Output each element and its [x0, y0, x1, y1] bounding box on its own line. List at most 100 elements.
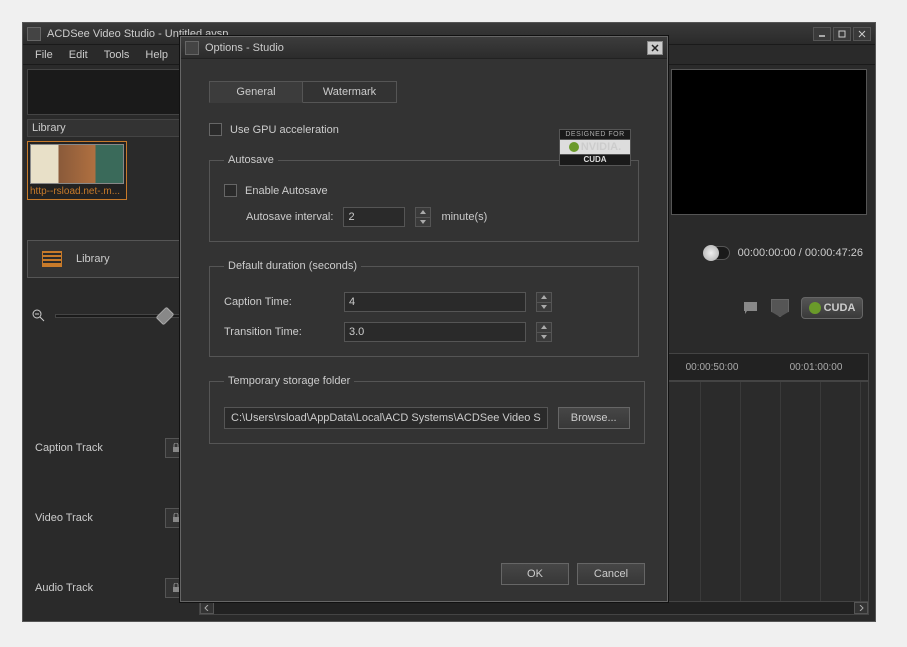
spinner-down-icon[interactable]	[537, 333, 551, 342]
caption-time-value: 4	[349, 296, 355, 308]
temp-folder-path: C:\Users\rsload\AppData\Local\ACD System…	[231, 412, 541, 424]
zoom-slider[interactable]	[55, 314, 191, 318]
timeline-tick-2: 00:01:00:00	[764, 362, 868, 373]
nvidia-badge-top: DESIGNED FOR	[559, 129, 631, 139]
transition-time-input[interactable]: 3.0	[344, 322, 526, 342]
dialog-titlebar: Options - Studio	[181, 37, 667, 59]
menu-file[interactable]: File	[29, 47, 59, 63]
dialog-footer: OK Cancel	[501, 563, 645, 585]
video-track-row: Video Track	[27, 493, 195, 543]
play-toggle[interactable]	[704, 246, 730, 260]
cancel-button[interactable]: Cancel	[577, 563, 645, 585]
autosave-interval-row: Autosave interval: 2 minute(s)	[224, 207, 624, 227]
audio-track-label: Audio Track	[35, 582, 93, 594]
nvidia-logo-icon	[569, 142, 579, 152]
temp-folder-input[interactable]: C:\Users\rsload\AppData\Local\ACD System…	[224, 407, 548, 429]
dialog-title: Options - Studio	[205, 42, 647, 54]
library-tab-label: Library	[76, 253, 110, 265]
timeline-tick-1: 00:00:50:00	[660, 362, 764, 373]
spinner-up-icon[interactable]	[416, 208, 430, 218]
horizontal-scrollbar[interactable]	[199, 601, 869, 615]
right-panel: 00:00:00:00 / 00:00:47:26 CUDA	[669, 69, 869, 325]
thumbnail-image	[30, 144, 124, 184]
zoom-slider-knob[interactable]	[156, 307, 175, 326]
timeline-ruler[interactable]: 00:00:50:00 00:01:00:00	[659, 353, 869, 381]
cuda-label: CUDA	[824, 302, 856, 314]
temp-folder-row: C:\Users\rsload\AppData\Local\ACD System…	[224, 407, 630, 429]
transition-time-spinner[interactable]	[536, 322, 552, 342]
autosave-interval-unit: minute(s)	[441, 211, 487, 223]
caption-track-row: Caption Track	[27, 423, 195, 473]
preview-strip	[27, 69, 195, 115]
autosave-legend: Autosave	[224, 154, 278, 166]
nvidia-badge: DESIGNED FOR NVIDIA. CUDA	[559, 129, 631, 166]
spinner-up-icon[interactable]	[537, 323, 551, 333]
dialog-tabs: General Watermark	[209, 81, 667, 103]
autosave-interval-input[interactable]: 2	[343, 207, 405, 227]
video-track-label: Video Track	[35, 512, 93, 524]
nvidia-badge-text: NVIDIA.	[581, 141, 621, 153]
track-labels: Caption Track Video Track Audio Track	[27, 403, 195, 613]
ok-button[interactable]: OK	[501, 563, 569, 585]
caption-time-input[interactable]: 4	[344, 292, 526, 312]
caption-track-label: Caption Track	[35, 442, 103, 454]
autosave-interval-label: Autosave interval:	[246, 211, 333, 223]
tab-watermark[interactable]: Watermark	[303, 81, 397, 103]
transition-time-value: 3.0	[349, 326, 364, 338]
options-dialog: Options - Studio General Watermark Use G…	[180, 36, 668, 602]
chat-icon[interactable]	[743, 300, 759, 316]
caption-time-label: Caption Time:	[224, 296, 334, 308]
autosave-enable-row: Enable Autosave	[224, 184, 624, 197]
gpu-checkbox[interactable]	[209, 123, 222, 136]
menu-tools[interactable]: Tools	[98, 47, 136, 63]
library-thumbnail[interactable]: http--rsload.net-.m...	[27, 141, 127, 200]
spinner-down-icon[interactable]	[537, 303, 551, 312]
dialog-body: Use GPU acceleration DESIGNED FOR NVIDIA…	[181, 103, 667, 456]
temp-folder-legend: Temporary storage folder	[224, 375, 354, 387]
transition-time-row: Transition Time: 3.0	[224, 322, 624, 342]
minimize-button[interactable]	[813, 27, 831, 41]
scroll-left-button[interactable]	[200, 602, 214, 614]
spinner-up-icon[interactable]	[537, 293, 551, 303]
library-icon	[42, 251, 62, 267]
dialog-close-button[interactable]	[647, 41, 663, 55]
timeline-tracks-area[interactable]	[659, 381, 869, 611]
browse-button[interactable]: Browse...	[558, 407, 630, 429]
autosave-interval-spinner[interactable]	[415, 207, 431, 227]
library-tab[interactable]: Library	[27, 240, 195, 278]
audio-track-row: Audio Track	[27, 563, 195, 613]
nvidia-eye-icon	[809, 302, 821, 314]
tab-general[interactable]: General	[209, 81, 303, 103]
menu-edit[interactable]: Edit	[63, 47, 94, 63]
menu-help[interactable]: Help	[139, 47, 174, 63]
gpu-label: Use GPU acceleration	[230, 124, 339, 136]
zoom-out-icon[interactable]	[31, 308, 47, 324]
caption-time-spinner[interactable]	[536, 292, 552, 312]
autosave-checkbox[interactable]	[224, 184, 237, 197]
transition-time-label: Transition Time:	[224, 326, 334, 338]
close-button[interactable]	[853, 27, 871, 41]
caption-time-row: Caption Time: 4	[224, 292, 624, 312]
zoom-control	[27, 308, 195, 324]
autosave-group: Autosave Enable Autosave Autosave interv…	[209, 154, 639, 242]
tool-row: CUDA	[669, 291, 869, 325]
spinner-down-icon[interactable]	[416, 218, 430, 227]
duration-group: Default duration (seconds) Caption Time:…	[209, 260, 639, 357]
thumbnail-caption: http--rsload.net-.m...	[30, 186, 124, 197]
scroll-right-button[interactable]	[854, 602, 868, 614]
dialog-icon	[185, 41, 199, 55]
duration-legend: Default duration (seconds)	[224, 260, 361, 272]
nvidia-badge-bot: CUDA	[559, 155, 631, 166]
library-header: Library	[27, 119, 195, 137]
autosave-enable-label: Enable Autosave	[245, 185, 328, 197]
temp-folder-group: Temporary storage folder C:\Users\rsload…	[209, 375, 645, 444]
autosave-interval-value: 2	[348, 211, 354, 223]
playback-row: 00:00:00:00 / 00:00:47:26	[669, 233, 869, 273]
cuda-badge[interactable]: CUDA	[801, 297, 863, 319]
toggle-knob	[703, 245, 719, 261]
video-preview	[671, 69, 867, 215]
app-icon	[27, 27, 41, 41]
maximize-button[interactable]	[833, 27, 851, 41]
marker-icon[interactable]	[771, 299, 789, 317]
time-display: 00:00:00:00 / 00:00:47:26	[738, 247, 863, 259]
